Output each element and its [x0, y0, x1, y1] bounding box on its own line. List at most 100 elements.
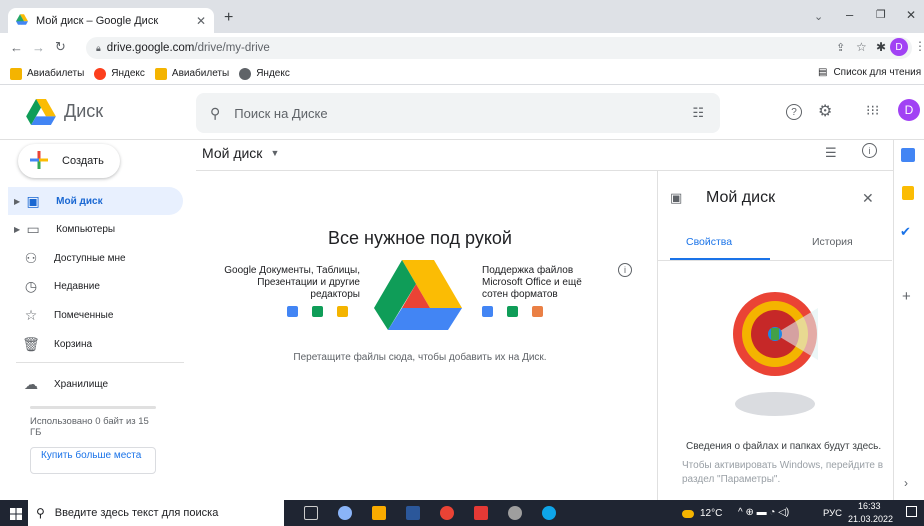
empty-state-illustration [722, 278, 828, 433]
bookmark-1[interactable]: Яндекс [94, 67, 145, 80]
trash-icon: 🗑︎ [22, 335, 40, 352]
buy-storage-button[interactable]: Купить больше места [30, 447, 156, 474]
breadcrumb[interactable]: Мой диск ▼ [202, 145, 279, 161]
word-icon[interactable] [406, 506, 420, 520]
language-indicator[interactable]: РУС [823, 508, 842, 519]
info-circle-icon[interactable]: i [618, 263, 632, 277]
temperature[interactable]: 12°C [700, 508, 722, 519]
pdf-reader-icon[interactable] [474, 506, 488, 520]
chrome-icon[interactable] [440, 506, 454, 520]
tab-properties[interactable]: Свойства [686, 236, 732, 248]
profile-avatar[interactable]: D [890, 38, 908, 56]
globe-icon [239, 67, 252, 80]
tray-icons[interactable]: ^ ⊕ ▬ ◔ ◁) [738, 507, 789, 518]
browser-menu-icon[interactable]: ⋮ [914, 39, 924, 53]
task-view-icon[interactable] [304, 506, 318, 520]
forward-icon[interactable]: → [32, 40, 45, 55]
sidebar-item-computers[interactable]: ▶ ▭ Компьютеры [8, 215, 183, 243]
drive-illustration-icon [372, 258, 464, 335]
tab-search-icon[interactable]: ⌄ [814, 10, 823, 23]
tab-title: Мой диск – Google Диск [36, 14, 159, 27]
sidebar-item-starred[interactable]: ☆ Помеченные [8, 301, 183, 329]
search-bar[interactable]: ⚲ Поиск на Диске ☷ [196, 93, 720, 133]
windows-start-icon[interactable] [10, 507, 22, 525]
activation-watermark-line2: раздел "Параметры". [682, 474, 781, 485]
extensions-icon[interactable]: ✱ [876, 40, 886, 54]
sidebar-item-my-drive[interactable]: ▶ ▣ Мой диск [8, 187, 183, 215]
apps-grid-icon[interactable]: ⁝⁝⁝ [866, 102, 879, 119]
tasks-icon[interactable]: ✔ [900, 224, 911, 240]
account-avatar[interactable]: D [898, 99, 920, 121]
close-tab-icon[interactable]: ✕ [196, 14, 206, 28]
bookmark-favicon-icon [154, 67, 167, 80]
sidebar-item-shared[interactable]: ⚇ Доступные мне [8, 244, 183, 272]
browser-tab[interactable]: Мой диск – Google Диск ✕ [8, 8, 214, 33]
reload-icon[interactable]: ↻ [55, 39, 66, 55]
docs-icon [287, 306, 298, 317]
reading-list[interactable]: ▤ Список для чтения [818, 67, 921, 78]
lock-icon: 🔒︎ [96, 42, 101, 53]
info-icon[interactable]: i [862, 143, 877, 158]
app-icon[interactable] [508, 506, 522, 520]
add-addon-icon[interactable]: + [902, 288, 911, 305]
bookmark-star-icon[interactable]: ☆ [856, 40, 867, 54]
edge-icon[interactable] [542, 506, 556, 520]
right-feature-text: Поддержка файлов Microsoft Office и ещё … [482, 265, 582, 300]
address-bar[interactable]: 🔒︎ drive.google.com /drive/my-drive [86, 37, 912, 59]
drive-icon: ▣ [670, 190, 683, 205]
star-icon: ☆ [24, 306, 38, 323]
file-explorer-icon[interactable] [372, 506, 386, 520]
app-icon[interactable] [338, 506, 352, 520]
yandex-icon [94, 67, 107, 80]
cloud-icon: ☁︎ [24, 375, 38, 392]
details-title: Мой диск [706, 189, 776, 206]
drive-logo-icon[interactable] [26, 99, 56, 130]
people-icon: ⚇ [24, 249, 38, 266]
drive-favicon-icon [16, 13, 28, 28]
keep-icon[interactable] [902, 186, 914, 200]
expand-arrow-icon[interactable]: ▶ [14, 197, 20, 206]
bookmarks-bar: Авиабилеты Яндекс Авиабилеты Яндекс [0, 63, 924, 85]
bookmark-0[interactable]: Авиабилеты [10, 67, 84, 80]
sidebar-item-trash[interactable]: 🗑︎ Корзина [8, 330, 183, 358]
plus-icon [30, 150, 48, 172]
expand-panel-icon[interactable]: › [904, 476, 908, 490]
office-icons [482, 306, 543, 317]
search-icon: ⚲ [210, 104, 221, 121]
powerpoint-icon [532, 306, 543, 317]
sheets-icon [312, 306, 323, 317]
back-icon[interactable]: ← [10, 40, 23, 55]
close-icon[interactable]: ✕ [862, 190, 874, 207]
tab-history[interactable]: История [812, 236, 853, 248]
search-input[interactable]: Поиск на Диске [234, 106, 327, 121]
bookmark-2[interactable]: Авиабилеты [154, 67, 229, 80]
sidebar-item-recent[interactable]: ◷ Недавние [8, 272, 183, 300]
new-tab-icon[interactable]: + [224, 9, 233, 27]
minimize-icon[interactable]: – [846, 7, 853, 22]
window-close-icon[interactable]: ✕ [906, 8, 916, 22]
sidebar-item-storage[interactable]: ☁︎ Хранилище [8, 370, 183, 398]
excel-icon [507, 306, 518, 317]
url-path: /drive/my-drive [194, 42, 270, 54]
weather-icon[interactable] [682, 510, 694, 518]
restore-icon[interactable]: ❐ [876, 8, 886, 21]
hero-title: Все нужное под рукой [328, 228, 512, 248]
clock-time[interactable]: 16:33 [858, 501, 881, 511]
left-feature-text: Google Документы, Таблицы, Презентации и… [224, 265, 360, 300]
settings-icon[interactable]: ⚙ [818, 101, 832, 121]
expand-arrow-icon[interactable]: ▶ [14, 225, 20, 234]
create-button[interactable]: Создать [18, 144, 120, 178]
list-view-icon[interactable]: ☰ [825, 145, 837, 161]
tab-divider [658, 260, 892, 261]
taskbar-apps [304, 506, 556, 520]
notifications-icon[interactable] [906, 506, 917, 517]
taskbar-search[interactable]: ⚲ Введите здесь текст для поиска [28, 500, 284, 526]
sidebar-divider [16, 362, 184, 363]
clock-date[interactable]: 21.03.2022 [848, 514, 893, 524]
share-icon[interactable]: ⇪ [836, 41, 845, 54]
search-options-icon[interactable]: ☷ [692, 105, 704, 121]
bookmark-3[interactable]: Яндекс [239, 67, 290, 80]
help-icon[interactable]: ? [786, 104, 802, 120]
calendar-icon[interactable] [901, 148, 915, 162]
chevron-down-icon: ▼ [270, 148, 280, 158]
